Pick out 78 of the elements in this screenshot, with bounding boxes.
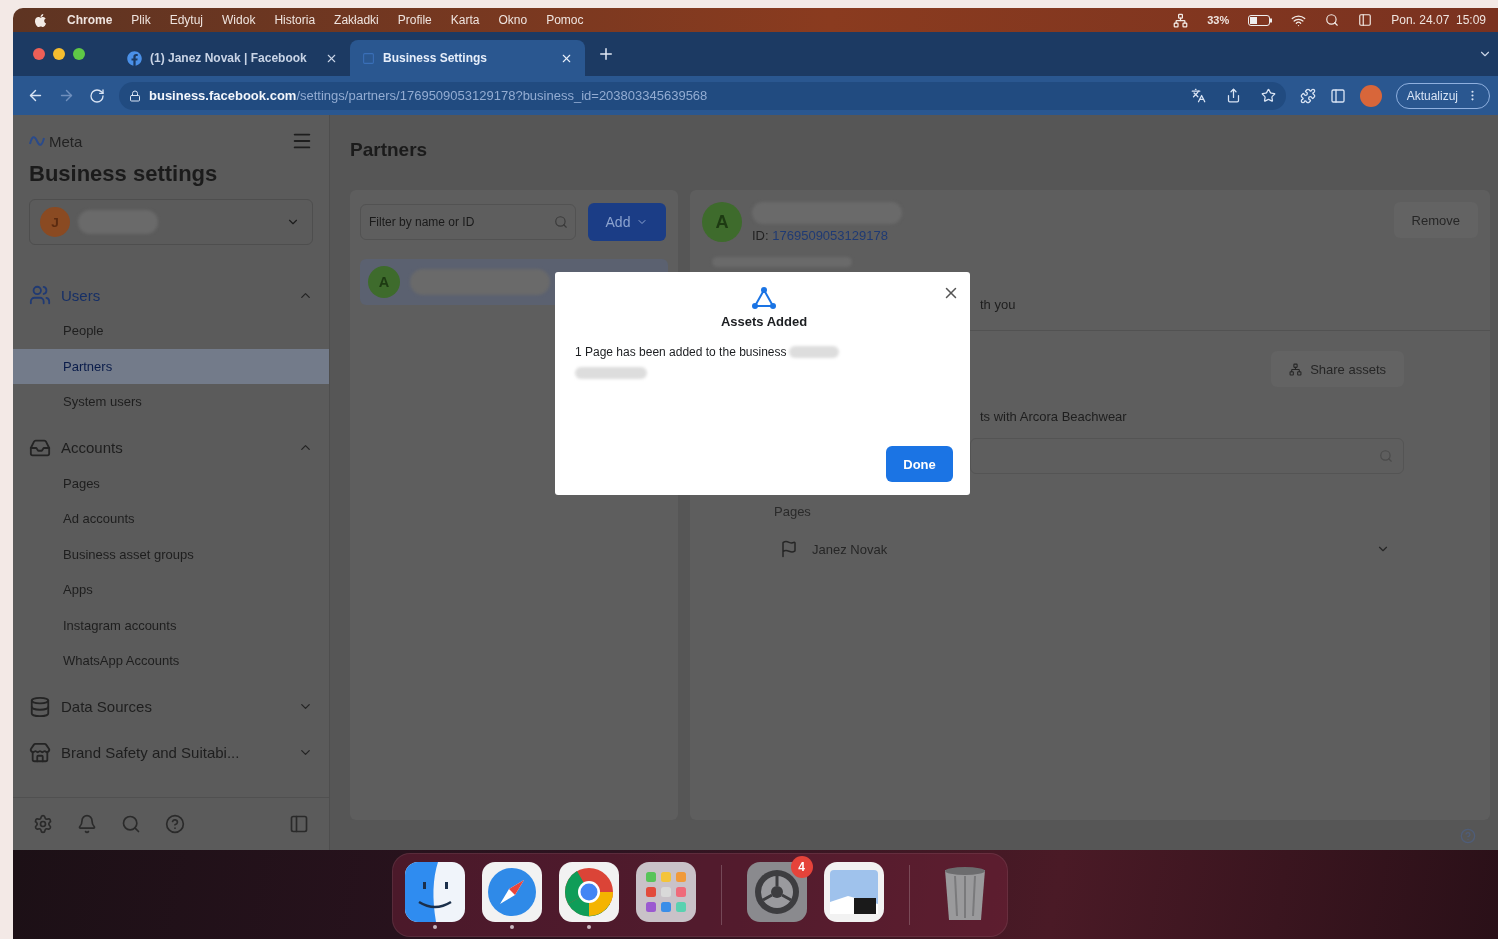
section-text: th you <box>980 297 1017 312</box>
translate-icon[interactable] <box>1190 88 1206 103</box>
browser-tab[interactable]: (1) Janez Novak | Facebook <box>115 40 350 76</box>
network-icon[interactable] <box>1173 12 1189 28</box>
address-field[interactable]: business.facebook.com/settings/partners/1769509053129178?business_id=203803345639568 <box>119 81 1286 110</box>
gear-app-icon[interactable] <box>746 861 807 922</box>
nav-section[interactable]: Brand Safety and Suitabi... <box>61 744 288 761</box>
notification-badge: 4 <box>790 855 813 878</box>
nav-item[interactable]: Instagram accounts <box>13 607 329 643</box>
new-tab-icon[interactable] <box>597 45 615 63</box>
network-icon <box>751 286 777 310</box>
back-icon[interactable] <box>27 87 44 104</box>
storefront-icon <box>29 741 51 764</box>
nav-section[interactable]: Accounts <box>61 439 288 456</box>
menu-item[interactable]: Zakładki <box>334 13 379 27</box>
page-row[interactable]: Janez Novak <box>780 531 1390 567</box>
menu-item[interactable]: Edytuj <box>169 13 204 27</box>
bookmark-star-icon[interactable] <box>1260 88 1276 103</box>
add-button[interactable]: Add <box>588 203 666 241</box>
extensions-icon[interactable] <box>1299 87 1316 104</box>
meta-logo: Meta <box>29 132 83 150</box>
menu-item[interactable]: Widok <box>222 13 256 27</box>
redacted-text <box>575 367 647 379</box>
page-heading: Partners <box>350 139 429 162</box>
nav-item[interactable]: Apps <box>13 572 329 608</box>
close-window-button[interactable] <box>33 48 45 60</box>
apple-logo-icon[interactable] <box>33 12 48 28</box>
wifi-icon[interactable] <box>1291 12 1307 28</box>
side-panel-icon[interactable] <box>1329 87 1346 104</box>
menu-item[interactable]: Okno <box>498 13 528 27</box>
flag-icon <box>780 540 798 558</box>
filter-field[interactable]: Filter by name or ID <box>360 204 576 240</box>
lock-icon <box>129 89 141 102</box>
menu-item[interactable]: Karta <box>450 13 480 27</box>
nav-item[interactable]: WhatsApp Accounts <box>13 643 329 679</box>
sidebar-title: Business settings <box>29 161 219 187</box>
nav-item[interactable]: Business asset groups <box>13 536 329 572</box>
zoom-window-button[interactable] <box>73 48 85 60</box>
share-assets-button[interactable]: Share assets <box>1271 351 1404 387</box>
dialog-title: Assets Added <box>720 314 808 329</box>
people-icon <box>29 284 51 306</box>
menu-item[interactable]: Historia <box>274 13 316 27</box>
menu-item[interactable]: Pomoc <box>546 13 584 27</box>
nav-item[interactable]: Partners <box>13 348 329 384</box>
facebook-favicon-icon <box>127 50 142 66</box>
browser-tab[interactable]: Business Settings <box>350 40 585 76</box>
nav-item[interactable]: Pages <box>13 465 329 501</box>
photo-app-icon[interactable] <box>823 861 884 922</box>
favicon-icon <box>362 51 375 65</box>
section-text: ts with Arcora Beachwear <box>980 409 1128 424</box>
battery-icon[interactable] <box>1248 14 1273 26</box>
partner-id: ID: 1769509053129178 <box>752 228 889 243</box>
network-icon <box>1289 362 1303 376</box>
nav-item[interactable]: System users <box>13 384 329 420</box>
battery-percentage: 33% <box>1207 14 1230 26</box>
search-icon <box>554 215 568 229</box>
compass-app-icon[interactable] <box>481 861 542 922</box>
database-icon <box>29 695 51 718</box>
search-field[interactable] <box>970 438 1404 474</box>
menu-app-name[interactable]: Chrome <box>67 13 113 27</box>
search-icon[interactable] <box>1325 13 1340 27</box>
menu-item[interactable]: Plik <box>131 13 151 27</box>
nav-item[interactable]: People <box>13 313 329 349</box>
share-icon[interactable] <box>1225 88 1241 103</box>
remove-button[interactable]: Remove <box>1393 202 1478 238</box>
minimize-window-button[interactable] <box>53 48 65 60</box>
control-center-icon[interactable] <box>1358 13 1373 27</box>
reload-icon[interactable] <box>89 87 105 104</box>
menu-item[interactable]: Profile <box>397 13 432 27</box>
dialog-message: 1 Page has been added to the business <box>575 345 787 359</box>
redacted-text <box>788 346 839 358</box>
app-grid-icon[interactable] <box>635 861 696 922</box>
face-app-icon[interactable] <box>404 861 465 922</box>
browser-app-icon[interactable] <box>558 861 619 922</box>
nav-section[interactable]: Data Sources <box>61 698 288 715</box>
menu-clock[interactable]: Pon. 24.07 15:09 <box>1391 13 1486 27</box>
done-button[interactable]: Done <box>886 446 953 482</box>
nav-item[interactable]: Ad accounts <box>13 501 329 537</box>
